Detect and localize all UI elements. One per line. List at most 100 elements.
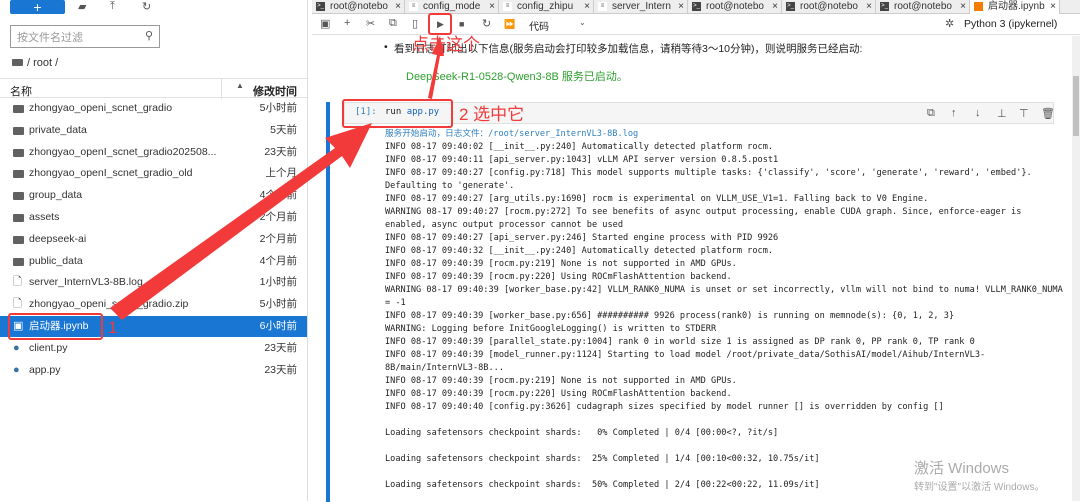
file-time: 5天前 — [270, 123, 297, 136]
close-icon[interactable]: × — [584, 0, 590, 13]
delete-cell-icon[interactable]: 🗑 — [1041, 107, 1055, 120]
file-icon: ≡ — [503, 2, 512, 11]
file-time: 23天前 — [264, 341, 297, 354]
file-name: client.py — [29, 341, 68, 354]
new-launcher-button[interactable]: + — [10, 0, 65, 14]
refresh-icon[interactable]: ↻ — [142, 0, 151, 13]
file-row[interactable]: private_data 5天前 — [0, 120, 307, 141]
file-row[interactable]: zhongyao_openI_scnet_gradio_old 上个月 — [0, 163, 307, 184]
file-name: zhongyao_openI_scnet_gradio_old — [29, 167, 193, 180]
file-time: 23天前 — [264, 145, 297, 158]
tab[interactable]: ≡ server_Intern × — [594, 0, 688, 14]
file-row[interactable]: group_data 4个月前 — [0, 185, 307, 206]
file-icon: 🗋 — [13, 276, 22, 289]
scrollbar[interactable] — [1072, 36, 1080, 501]
file-row[interactable]: deepseek-ai 2个月前 — [0, 229, 307, 250]
move-down-icon[interactable]: ↓ — [975, 107, 981, 119]
notebook-area: >_ root@notebo × ≡ config_mode × ≡ config_zhipu… — [312, 0, 1080, 502]
folder-icon — [13, 163, 25, 186]
python-icon: ● — [13, 341, 20, 354]
restart-icon[interactable]: ↻ — [482, 17, 491, 30]
chevron-down-icon: ⌄ — [579, 18, 586, 27]
file-row[interactable]: zhongyao_openI_scnet_gradio202508... 23天前 — [0, 142, 307, 163]
close-icon[interactable]: × — [960, 0, 966, 13]
notebook-icon — [974, 2, 983, 11]
tab[interactable]: ≡ config_zhipu × — [499, 0, 594, 14]
tab[interactable]: >_ root@notebo × — [312, 0, 405, 14]
annotation-box-cell — [342, 99, 453, 128]
paste-icon[interactable]: ▯ — [412, 17, 418, 30]
file-name: private_data — [29, 123, 87, 136]
file-browser: + ▰ ⤒ ↻ 按文件名过滤 ⚲ / root / 名称 ▲ 修改时间 zhong… — [0, 0, 308, 501]
file-name: zhongyao_openI_scnet_gradio202508... — [29, 145, 217, 158]
terminal-icon: >_ — [316, 2, 325, 11]
column-modified[interactable]: 修改时间 — [253, 83, 297, 99]
tab[interactable]: 启动器.ipynb × — [970, 0, 1060, 14]
add-cell-icon[interactable]: + — [344, 17, 350, 29]
new-folder-icon[interactable]: ▰ — [78, 0, 86, 13]
breadcrumb[interactable]: / root / — [12, 57, 58, 69]
close-icon[interactable]: × — [678, 0, 684, 13]
upload-icon[interactable]: ⤒ — [110, 0, 115, 13]
file-time: 2个月前 — [259, 211, 297, 223]
folder-icon — [13, 142, 25, 165]
tab[interactable]: >_ root@notebo × — [688, 0, 782, 14]
file-time: 4个月前 — [259, 189, 297, 202]
move-up-icon[interactable]: ↑ — [951, 107, 957, 119]
tab[interactable]: >_ root@notebo × — [782, 0, 876, 14]
debugger-icon[interactable]: ✲ — [945, 17, 954, 30]
annotation-step1: 1 — [108, 318, 118, 337]
sort-up-icon[interactable]: ▲ — [236, 81, 244, 90]
kernel-name[interactable]: Python 3 (ipykernel) — [964, 18, 1057, 30]
file-name: assets — [29, 211, 60, 223]
save-icon[interactable]: ▣ — [320, 17, 330, 30]
terminal-icon: >_ — [692, 2, 701, 11]
file-time: 1小时前 — [259, 276, 297, 289]
duplicate-cell-icon[interactable]: ⧉ — [927, 107, 935, 120]
service-started-text: DeepSeek-R1-0528-Qwen3-8B 服务已启动。 — [406, 71, 628, 83]
column-name[interactable]: 名称 — [10, 83, 32, 99]
cut-icon[interactable]: ✂ — [366, 17, 375, 30]
annotation-step2: 2 选中它 — [459, 105, 525, 124]
file-row[interactable]: ● client.py 23天前 — [0, 338, 307, 359]
file-name: zhongyao_openi_scnet_gradio — [29, 102, 173, 114]
tab[interactable]: >_ root@notebo × — [876, 0, 970, 14]
python-icon: ● — [13, 363, 20, 376]
file-row[interactable]: 🗋 server_InternVL3-8B.log 1小时前 — [0, 272, 307, 293]
file-row[interactable]: assets 2个月前 — [0, 207, 307, 228]
close-icon[interactable]: × — [395, 0, 401, 13]
file-time: 23天前 — [264, 363, 297, 376]
file-icon: ≡ — [409, 2, 418, 11]
folder-icon — [13, 120, 25, 143]
close-icon[interactable]: × — [489, 0, 495, 13]
close-icon[interactable]: × — [772, 0, 778, 13]
folder-icon — [13, 185, 25, 208]
insert-below-icon[interactable]: ⊤ — [1019, 107, 1029, 120]
file-name: public_data — [29, 254, 83, 267]
annotation-box-notebook — [8, 313, 103, 340]
file-row[interactable]: ● app.py 23天前 — [0, 360, 307, 381]
file-row[interactable]: public_data 4个月前 — [0, 251, 307, 272]
folder-icon — [13, 98, 25, 121]
file-row[interactable]: zhongyao_openi_scnet_gradio 5小时前 — [0, 98, 307, 119]
terminal-icon: >_ — [880, 2, 889, 11]
insert-above-icon[interactable]: ⊥ — [997, 107, 1007, 120]
tab[interactable]: ≡ config_mode × — [405, 0, 499, 14]
folder-icon — [13, 251, 25, 274]
close-icon[interactable]: × — [866, 0, 872, 13]
filter-input[interactable]: 按文件名过滤 ⚲ — [10, 25, 160, 48]
file-time: 6小时前 — [259, 320, 297, 332]
folder-icon — [13, 207, 25, 230]
file-time: 上个月 — [265, 167, 298, 180]
close-icon[interactable]: × — [1050, 0, 1056, 13]
windows-watermark: 激活 Windows 转到"设置"以激活 Windows。 — [914, 460, 1045, 493]
fast-forward-icon[interactable]: ⏩ — [504, 19, 515, 30]
file-time: 5小时前 — [259, 298, 297, 311]
copy-icon[interactable]: ⧉ — [389, 17, 397, 30]
cell-output: 服务开始启动，日志文件：/root/server_InternVL3-8B.lo… — [385, 129, 1063, 490]
file-name: group_data — [29, 189, 83, 202]
stop-icon[interactable]: ■ — [459, 19, 464, 29]
cell-type-select[interactable]: 代码 ⌄ — [529, 18, 586, 33]
file-time: 4个月前 — [259, 254, 297, 267]
terminal-icon: >_ — [786, 2, 795, 11]
